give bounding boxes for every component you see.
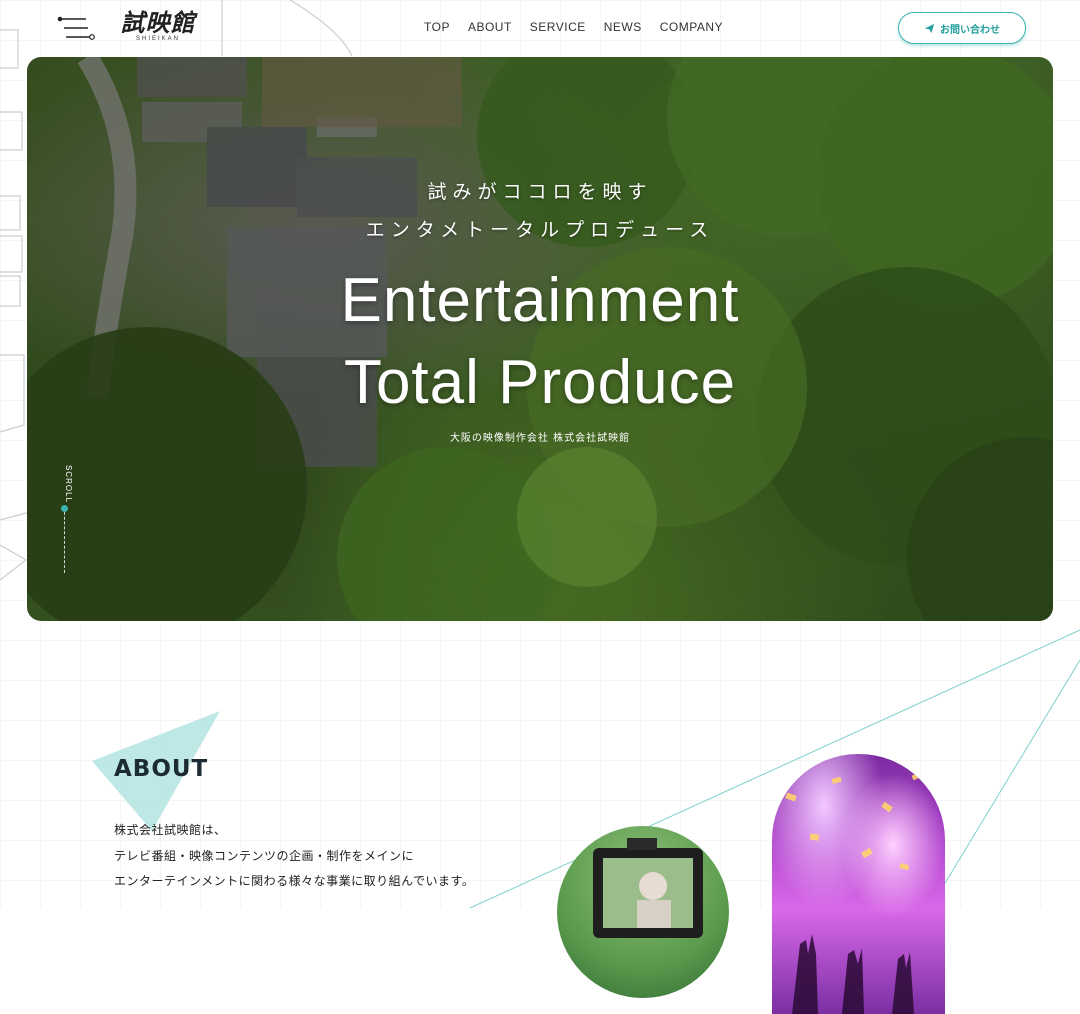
logo-sub: SHIEIKAN — [135, 36, 180, 42]
scroll-label: SCROLL — [64, 465, 73, 504]
about-line-3: エンターテインメントに関わる様々な事業に取り組んでいます。 — [114, 874, 475, 888]
site-logo[interactable]: 試映館 SHIEIKAN — [116, 10, 200, 46]
about-photo-concert — [772, 754, 945, 1014]
main-nav: TOP ABOUT SERVICE NEWS COMPANY — [424, 20, 723, 34]
hero-banner: 試みがココロを映す エンタメトータルプロデュース Entertainment T… — [27, 57, 1053, 621]
nav-service[interactable]: SERVICE — [530, 20, 586, 34]
contact-button[interactable]: お問い合わせ — [898, 12, 1026, 44]
hero-overlay — [27, 57, 1053, 621]
scroll-dot — [61, 505, 68, 512]
scroll-line — [64, 507, 65, 573]
scroll-indicator[interactable]: SCROLL — [57, 465, 73, 575]
contact-button-label: お問い合わせ — [940, 24, 1000, 36]
about-line-1: 株式会社試映館は、 — [114, 823, 227, 837]
about-line-2: テレビ番組・映像コンテンツの企画・制作をメインに — [114, 848, 415, 863]
nav-company[interactable]: COMPANY — [660, 20, 723, 34]
nav-top[interactable]: TOP — [424, 20, 450, 34]
menu-button[interactable] — [56, 14, 96, 42]
about-title: ABOUT — [114, 756, 209, 782]
hero-catch-line-2: エンタメトータルプロデュース — [365, 219, 715, 241]
nav-news[interactable]: NEWS — [604, 20, 642, 34]
about-text: 株式会社試映館は、 テレビ番組・映像コンテンツの企画・制作をメインに エンターテ… — [114, 818, 474, 895]
about-photo-camera — [557, 826, 729, 998]
hero-catch-line-1: 試みがココロを映す — [427, 181, 653, 203]
hero-subtitle: 大阪の映像制作会社 株式会社試映館 — [449, 433, 631, 444]
hero-headline-line-1: Entertainment — [340, 266, 740, 335]
nav-about[interactable]: ABOUT — [468, 20, 512, 34]
hero-headline-line-2: Total Produce — [343, 348, 737, 417]
menu-icon — [57, 16, 95, 40]
logo-mark: 試映館 — [120, 8, 196, 37]
site-header: 試映館 SHIEIKAN TOP ABOUT SERVICE NEWS COMP… — [0, 0, 1080, 56]
paper-plane-icon — [924, 23, 935, 33]
